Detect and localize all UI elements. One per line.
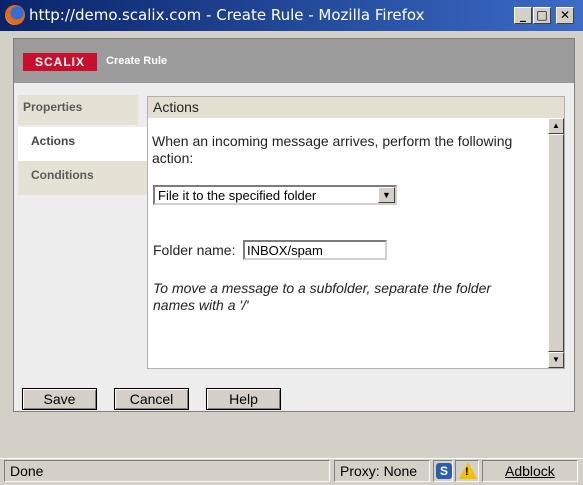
action-select[interactable]: File it to the specified folder ▼	[153, 185, 397, 205]
s-extension-cell[interactable]: S	[433, 460, 453, 482]
intro-text: When an incoming message arrives, perfor…	[152, 133, 513, 166]
scroll-down-icon[interactable]: ▼	[548, 352, 564, 368]
cancel-button[interactable]: Cancel	[114, 388, 189, 410]
window-title-bar[interactable]: http://demo.scalix.com - Create Rule - M…	[0, 0, 583, 31]
scalix-logo: SCALIX	[23, 53, 97, 71]
chevron-down-icon[interactable]: ▼	[378, 187, 395, 203]
nav-item-actions[interactable]: Actions	[18, 127, 150, 161]
actions-pane: Actions When an incoming message arrives…	[147, 96, 565, 369]
save-button[interactable]: Save	[22, 388, 97, 410]
create-rule-dialog: SCALIX Create Rule Properties Actions Co…	[13, 38, 575, 412]
nav-item-conditions[interactable]: Conditions	[18, 161, 150, 195]
pane-scroll-area: When an incoming message arrives, perfor…	[148, 118, 564, 368]
folder-name-label: Folder name:	[153, 242, 236, 258]
window-title: http://demo.scalix.com - Create Rule - M…	[29, 6, 425, 24]
s-extension-icon[interactable]: S	[436, 463, 452, 479]
warning-icon[interactable]: !	[459, 462, 477, 479]
page-title: Create Rule	[106, 55, 168, 67]
firefox-icon	[5, 5, 25, 25]
scroll-up-icon[interactable]: ▲	[548, 118, 564, 134]
close-button[interactable]: ✕	[556, 7, 574, 24]
subfolder-hint: To move a message to a subfolder, separa…	[153, 280, 492, 313]
status-text: Done	[4, 460, 330, 482]
status-bar: Done Proxy: None S ! Adblock	[0, 458, 583, 485]
adblock-status[interactable]: Adblock	[482, 460, 578, 482]
warning-cell[interactable]: !	[455, 460, 479, 482]
folder-name-input[interactable]: INBOX/spam	[243, 240, 387, 260]
page-content: SCALIX Create Rule Properties Actions Co…	[4, 31, 579, 454]
maximize-button[interactable]: □	[533, 7, 551, 24]
help-button[interactable]: Help	[206, 388, 281, 410]
proxy-status[interactable]: Proxy: None	[334, 460, 430, 482]
scroll-thumb[interactable]	[548, 134, 564, 352]
nav-properties-heading: Properties	[18, 95, 138, 125]
action-select-value: File it to the specified folder	[158, 188, 317, 203]
dialog-body: Properties Actions Conditions Actions Wh…	[14, 83, 574, 411]
vertical-scrollbar[interactable]: ▲ ▼	[548, 118, 564, 368]
minimize-button[interactable]: _	[514, 7, 532, 24]
pane-heading: Actions	[148, 97, 564, 118]
dialog-header: SCALIX Create Rule	[14, 39, 574, 83]
